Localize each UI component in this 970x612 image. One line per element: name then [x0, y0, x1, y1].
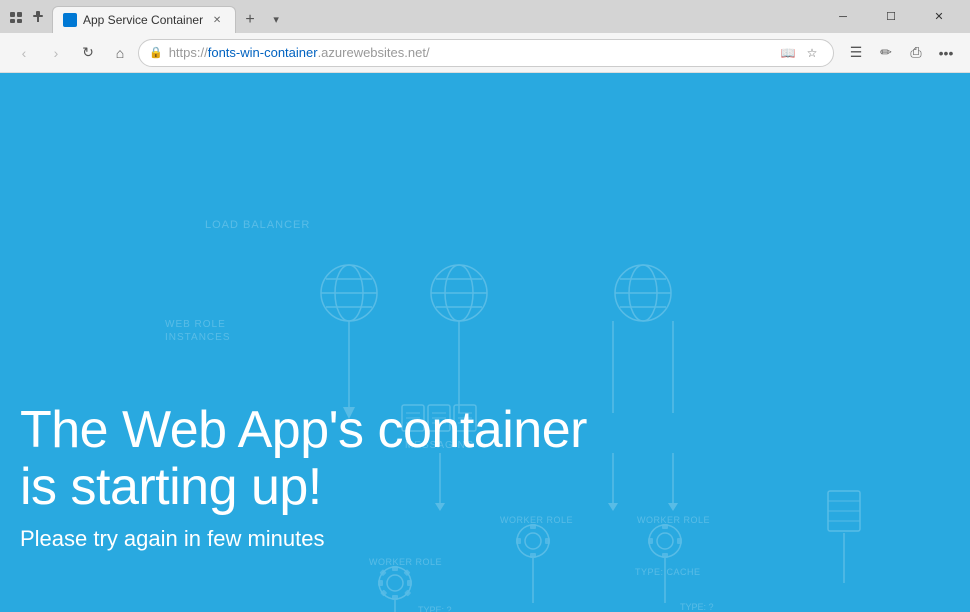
sub-heading: Please try again in few minutes	[20, 526, 587, 552]
address-icons: 📖 ☆	[777, 42, 823, 64]
address-text: https://fonts-win-container.azurewebsite…	[169, 45, 771, 60]
share-button[interactable]: ⎙	[902, 39, 930, 67]
forward-button[interactable]: ›	[42, 39, 70, 67]
tab-strip: App Service Container ✕ + ▾	[52, 0, 288, 33]
make-note-icon[interactable]: ✏	[872, 39, 900, 67]
svg-text:WORKER ROLE: WORKER ROLE	[369, 557, 442, 567]
heading-line2: is starting up!	[20, 459, 587, 516]
close-button[interactable]: ✕	[916, 3, 962, 31]
browser-icon	[8, 9, 24, 25]
main-content: The Web App's container is starting up! …	[20, 402, 587, 552]
more-button[interactable]: •••	[932, 39, 960, 67]
url-main: fonts-win-container	[208, 45, 318, 60]
svg-text:INSTANCES: INSTANCES	[165, 332, 231, 343]
url-suffix: .azurewebsites.net/	[318, 45, 430, 60]
browser-window: App Service Container ✕ + ▾ ─ ☐ ✕ ‹ › ↻ …	[0, 0, 970, 612]
tab-overflow-button[interactable]: ▾	[264, 6, 288, 33]
svg-text:LOAD BALANCER: LOAD BALANCER	[205, 219, 310, 231]
reader-mode-icon[interactable]: 📖	[777, 42, 799, 64]
home-button[interactable]: ⌂	[106, 39, 134, 67]
tab-favicon	[63, 13, 77, 27]
heading-line1: The Web App's container	[20, 402, 587, 459]
nav-right-buttons: ☰ ✏ ⎙ •••	[842, 39, 960, 67]
svg-text:WEB ROLE: WEB ROLE	[165, 319, 226, 330]
new-tab-button[interactable]: +	[236, 6, 264, 33]
favorites-icon[interactable]: ☆	[801, 42, 823, 64]
window-controls: ─ ☐ ✕	[820, 3, 962, 31]
pin-icon	[30, 9, 46, 25]
nav-bar: ‹ › ↻ ⌂ 🔒 https://fonts-win-container.az…	[0, 33, 970, 73]
svg-text:TYPE: ?: TYPE: ?	[680, 602, 714, 612]
url-prefix: https://	[169, 45, 208, 60]
address-bar[interactable]: 🔒 https://fonts-win-container.azurewebsi…	[138, 39, 834, 67]
main-heading: The Web App's container is starting up!	[20, 402, 587, 516]
svg-text:TYPE: ?: TYPE: ?	[418, 605, 452, 612]
title-bar: App Service Container ✕ + ▾ ─ ☐ ✕	[0, 0, 970, 33]
back-button[interactable]: ‹	[10, 39, 38, 67]
tab-title: App Service Container	[83, 13, 203, 27]
tab-close-button[interactable]: ✕	[209, 12, 225, 28]
refresh-button[interactable]: ↻	[74, 39, 102, 67]
maximize-button[interactable]: ☐	[868, 3, 914, 31]
lock-icon: 🔒	[149, 46, 163, 59]
hub-button[interactable]: ☰	[842, 39, 870, 67]
web-content-area: LOAD BALANCER WEB ROLE INSTANCES	[0, 73, 970, 612]
svg-text:TYPE: CACHE: TYPE: CACHE	[635, 567, 701, 577]
svg-text:WORKER ROLE: WORKER ROLE	[637, 515, 710, 525]
active-tab[interactable]: App Service Container ✕	[52, 6, 236, 33]
minimize-button[interactable]: ─	[820, 3, 866, 31]
title-bar-left: App Service Container ✕ + ▾	[8, 0, 288, 33]
